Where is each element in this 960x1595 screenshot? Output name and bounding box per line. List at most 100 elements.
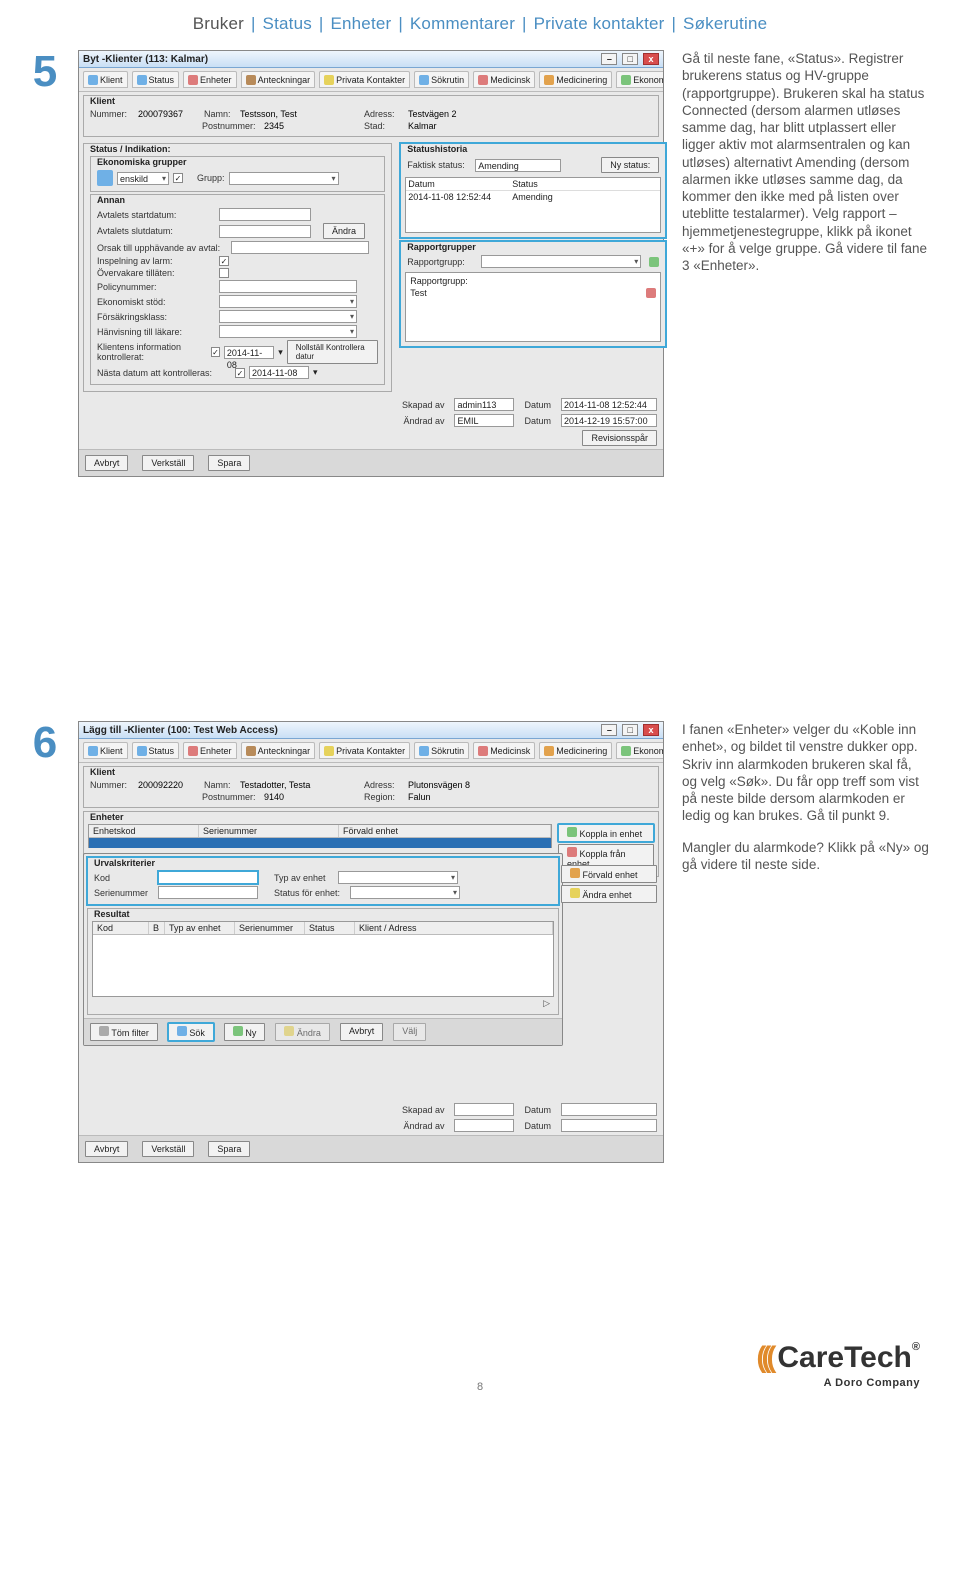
plug-in-icon <box>567 827 577 837</box>
fieldset-klient: Klient Nummer: 200092220 Namn: Testadott… <box>83 766 659 808</box>
tab-sokrutin[interactable]: Sökrutin <box>414 742 469 759</box>
sn-input[interactable] <box>158 886 258 899</box>
tab-medicinering[interactable]: Medicinering <box>539 742 612 759</box>
tab-klient[interactable]: Klient <box>83 71 128 88</box>
startdatum-input[interactable] <box>219 208 311 221</box>
nollstall-button[interactable]: Nollställ Kontrollera datur <box>287 340 378 364</box>
tab-klient[interactable]: Klient <box>83 742 128 759</box>
col-kod: Kod <box>93 922 149 934</box>
tom-filter-button[interactable]: Töm filter <box>90 1023 158 1041</box>
klientinfo-kontr-date[interactable]: 2014-11-08 <box>224 346 274 359</box>
tab-privata-kontakter[interactable]: Privata Kontakter <box>319 71 410 88</box>
datum2-label: Datum <box>524 1121 551 1131</box>
forsakring-label: Försäkringsklass: <box>97 312 215 322</box>
contact-icon <box>324 746 334 756</box>
tab-status[interactable]: Status <box>132 71 180 88</box>
delete-icon[interactable] <box>646 288 656 298</box>
overvakare-checkbox[interactable] <box>219 268 229 278</box>
tab-ekonomisk[interactable]: Ekonomisk <box>616 742 663 759</box>
person-icon <box>137 746 147 756</box>
close-icon[interactable]: x <box>643 724 659 736</box>
tab-strip: Klient Status Enheter Anteckningar Priva… <box>79 68 663 92</box>
tab-privata-kontakter[interactable]: Privata Kontakter <box>319 742 410 759</box>
selected-row[interactable] <box>89 838 551 848</box>
klient-namn: Testadotter, Testa <box>240 780 360 790</box>
verkstall-button[interactable]: Verkställ <box>142 1141 194 1157</box>
spara-button[interactable]: Spara <box>208 455 250 471</box>
tab-ekonomisk[interactable]: Ekonomisk <box>616 71 663 88</box>
inspelning-checkbox[interactable] <box>219 256 229 266</box>
koppla-in-enhet-button[interactable]: Koppla in enhet <box>558 824 654 842</box>
klient-adress: Plutonsvägen 8 <box>408 780 470 790</box>
policynr-input[interactable] <box>219 280 357 293</box>
maximize-icon[interactable]: □ <box>622 53 638 65</box>
slutdatum-input[interactable] <box>219 225 311 238</box>
plus-icon[interactable] <box>649 257 659 267</box>
step5-explain: Gå til neste fane, «Status». Registrer b… <box>682 50 930 288</box>
pill-icon <box>544 75 554 85</box>
slutdatum-label: Avtalets slutdatum: <box>97 226 215 236</box>
klientinfo-kontr-check[interactable] <box>211 347 220 357</box>
nastadatum-label: Nästa datum att kontrolleras: <box>97 368 231 378</box>
tab-enheter[interactable]: Enheter <box>183 71 237 88</box>
nastadatum-check[interactable] <box>235 368 245 378</box>
tab-medicinsk[interactable]: Medicinsk <box>473 742 535 759</box>
ny-button[interactable]: Ny <box>224 1023 266 1041</box>
tab-anteckningar[interactable]: Anteckningar <box>241 71 316 88</box>
maximize-icon[interactable]: □ <box>622 724 638 736</box>
enheter-list: Enhetskod Serienummer Förvald enhet <box>88 824 552 848</box>
rapgrupp-select[interactable] <box>481 255 641 268</box>
ekostod-select[interactable] <box>219 295 357 308</box>
enskild-select[interactable]: enskild <box>117 172 169 185</box>
rapgrupp-label: Rapportgrupp: <box>407 257 477 267</box>
lakare-select[interactable] <box>219 325 357 338</box>
plug-icon <box>188 746 198 756</box>
tab-medicinsk[interactable]: Medicinsk <box>473 71 535 88</box>
tab-anteckningar[interactable]: Anteckningar <box>241 742 316 759</box>
tab-sokrutin[interactable]: Sökrutin <box>414 71 469 88</box>
skapadav-value: admin113 <box>454 398 514 411</box>
andra-enhet-button[interactable]: Ändra enhet <box>561 885 657 903</box>
orsak-input[interactable] <box>231 241 369 254</box>
forsakring-select[interactable] <box>219 310 357 323</box>
kod-input[interactable] <box>158 871 258 884</box>
klient-region-label: Region: <box>364 792 404 802</box>
sok-button[interactable]: Sök <box>168 1023 214 1041</box>
tab-enheter[interactable]: Enheter <box>183 742 237 759</box>
andra-button[interactable]: Ändra <box>323 223 365 239</box>
close-icon[interactable]: x <box>643 53 659 65</box>
avbryt-button[interactable]: Avbryt <box>85 455 128 471</box>
spara-button[interactable]: Spara <box>208 1141 250 1157</box>
datum2-label: Datum <box>524 416 551 426</box>
avbryt2-button[interactable]: Avbryt <box>340 1023 383 1041</box>
tab-medicinering[interactable]: Medicinering <box>539 71 612 88</box>
minimize-icon[interactable]: – <box>601 724 617 736</box>
verkstall-button[interactable]: Verkställ <box>142 455 194 471</box>
enskild-checkbox[interactable] <box>173 173 183 183</box>
tab-status[interactable]: Status <box>132 742 180 759</box>
calendar-icon[interactable]: ▾ <box>278 347 283 358</box>
calendar-icon[interactable]: ▾ <box>313 367 318 378</box>
valj-button[interactable]: Välj <box>393 1023 426 1041</box>
page-number: 8 <box>477 1381 483 1393</box>
fieldset-statushistoria: Statushistoria Faktisk status: Amending … <box>400 143 666 238</box>
scroll-right-icon[interactable]: ▷ <box>543 998 550 1008</box>
plus-icon <box>233 1026 243 1036</box>
typ-enhet-select[interactable] <box>338 871 458 884</box>
andra-button[interactable]: Ändra <box>275 1023 330 1041</box>
datum1-value <box>561 1103 657 1116</box>
filter-icon <box>99 1026 109 1036</box>
minimize-icon[interactable]: – <box>601 53 617 65</box>
fieldset-resultat: Resultat Kod B Typ av enhet Serienummer … <box>87 908 559 1015</box>
klient-namn: Testsson, Test <box>240 109 360 119</box>
note-icon <box>246 75 256 85</box>
revisionsspar-button[interactable]: Revisionsspår <box>582 430 657 446</box>
andradav-label: Ändrad av <box>403 416 444 426</box>
nystatus-button[interactable]: Ny status: <box>601 157 659 173</box>
grupp-select[interactable] <box>229 172 339 185</box>
forvald-enhet-button[interactable]: Förvald enhet <box>561 865 657 883</box>
nastadatum-date[interactable]: 2014-11-08 <box>249 366 309 379</box>
statusenhet-select[interactable] <box>350 886 460 899</box>
avbryt-button[interactable]: Avbryt <box>85 1141 128 1157</box>
klient-postnr-label: Postnummer: <box>202 792 260 802</box>
